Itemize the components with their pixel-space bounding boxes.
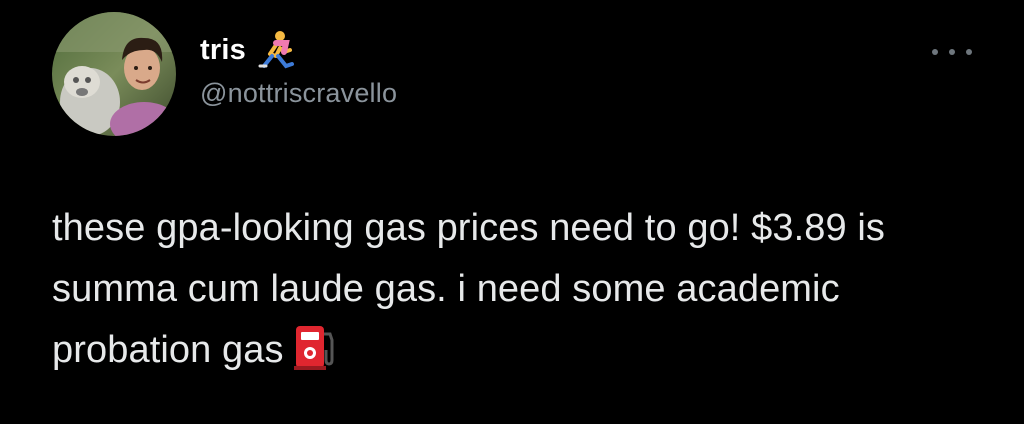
dot xyxy=(966,49,972,55)
tweet-header: tris @nottriscravello xyxy=(200,30,397,109)
tweet-text-content: these gpa-looking gas prices need to go!… xyxy=(52,207,886,371)
tweet-text: these gpa-looking gas prices need to go!… xyxy=(52,198,992,381)
more-options-icon[interactable] xyxy=(932,44,972,60)
fuel-pump-icon xyxy=(292,322,338,372)
person-running-icon xyxy=(256,30,298,70)
name-row: tris xyxy=(200,30,397,70)
user-handle[interactable]: @nottriscravello xyxy=(200,78,397,109)
dot xyxy=(949,49,955,55)
display-name[interactable]: tris xyxy=(200,34,246,67)
tweet-card: tris @nottriscravello these gpa-looking … xyxy=(0,0,1024,424)
profile-photo xyxy=(52,12,176,136)
avatar[interactable] xyxy=(52,12,176,136)
dot xyxy=(932,49,938,55)
